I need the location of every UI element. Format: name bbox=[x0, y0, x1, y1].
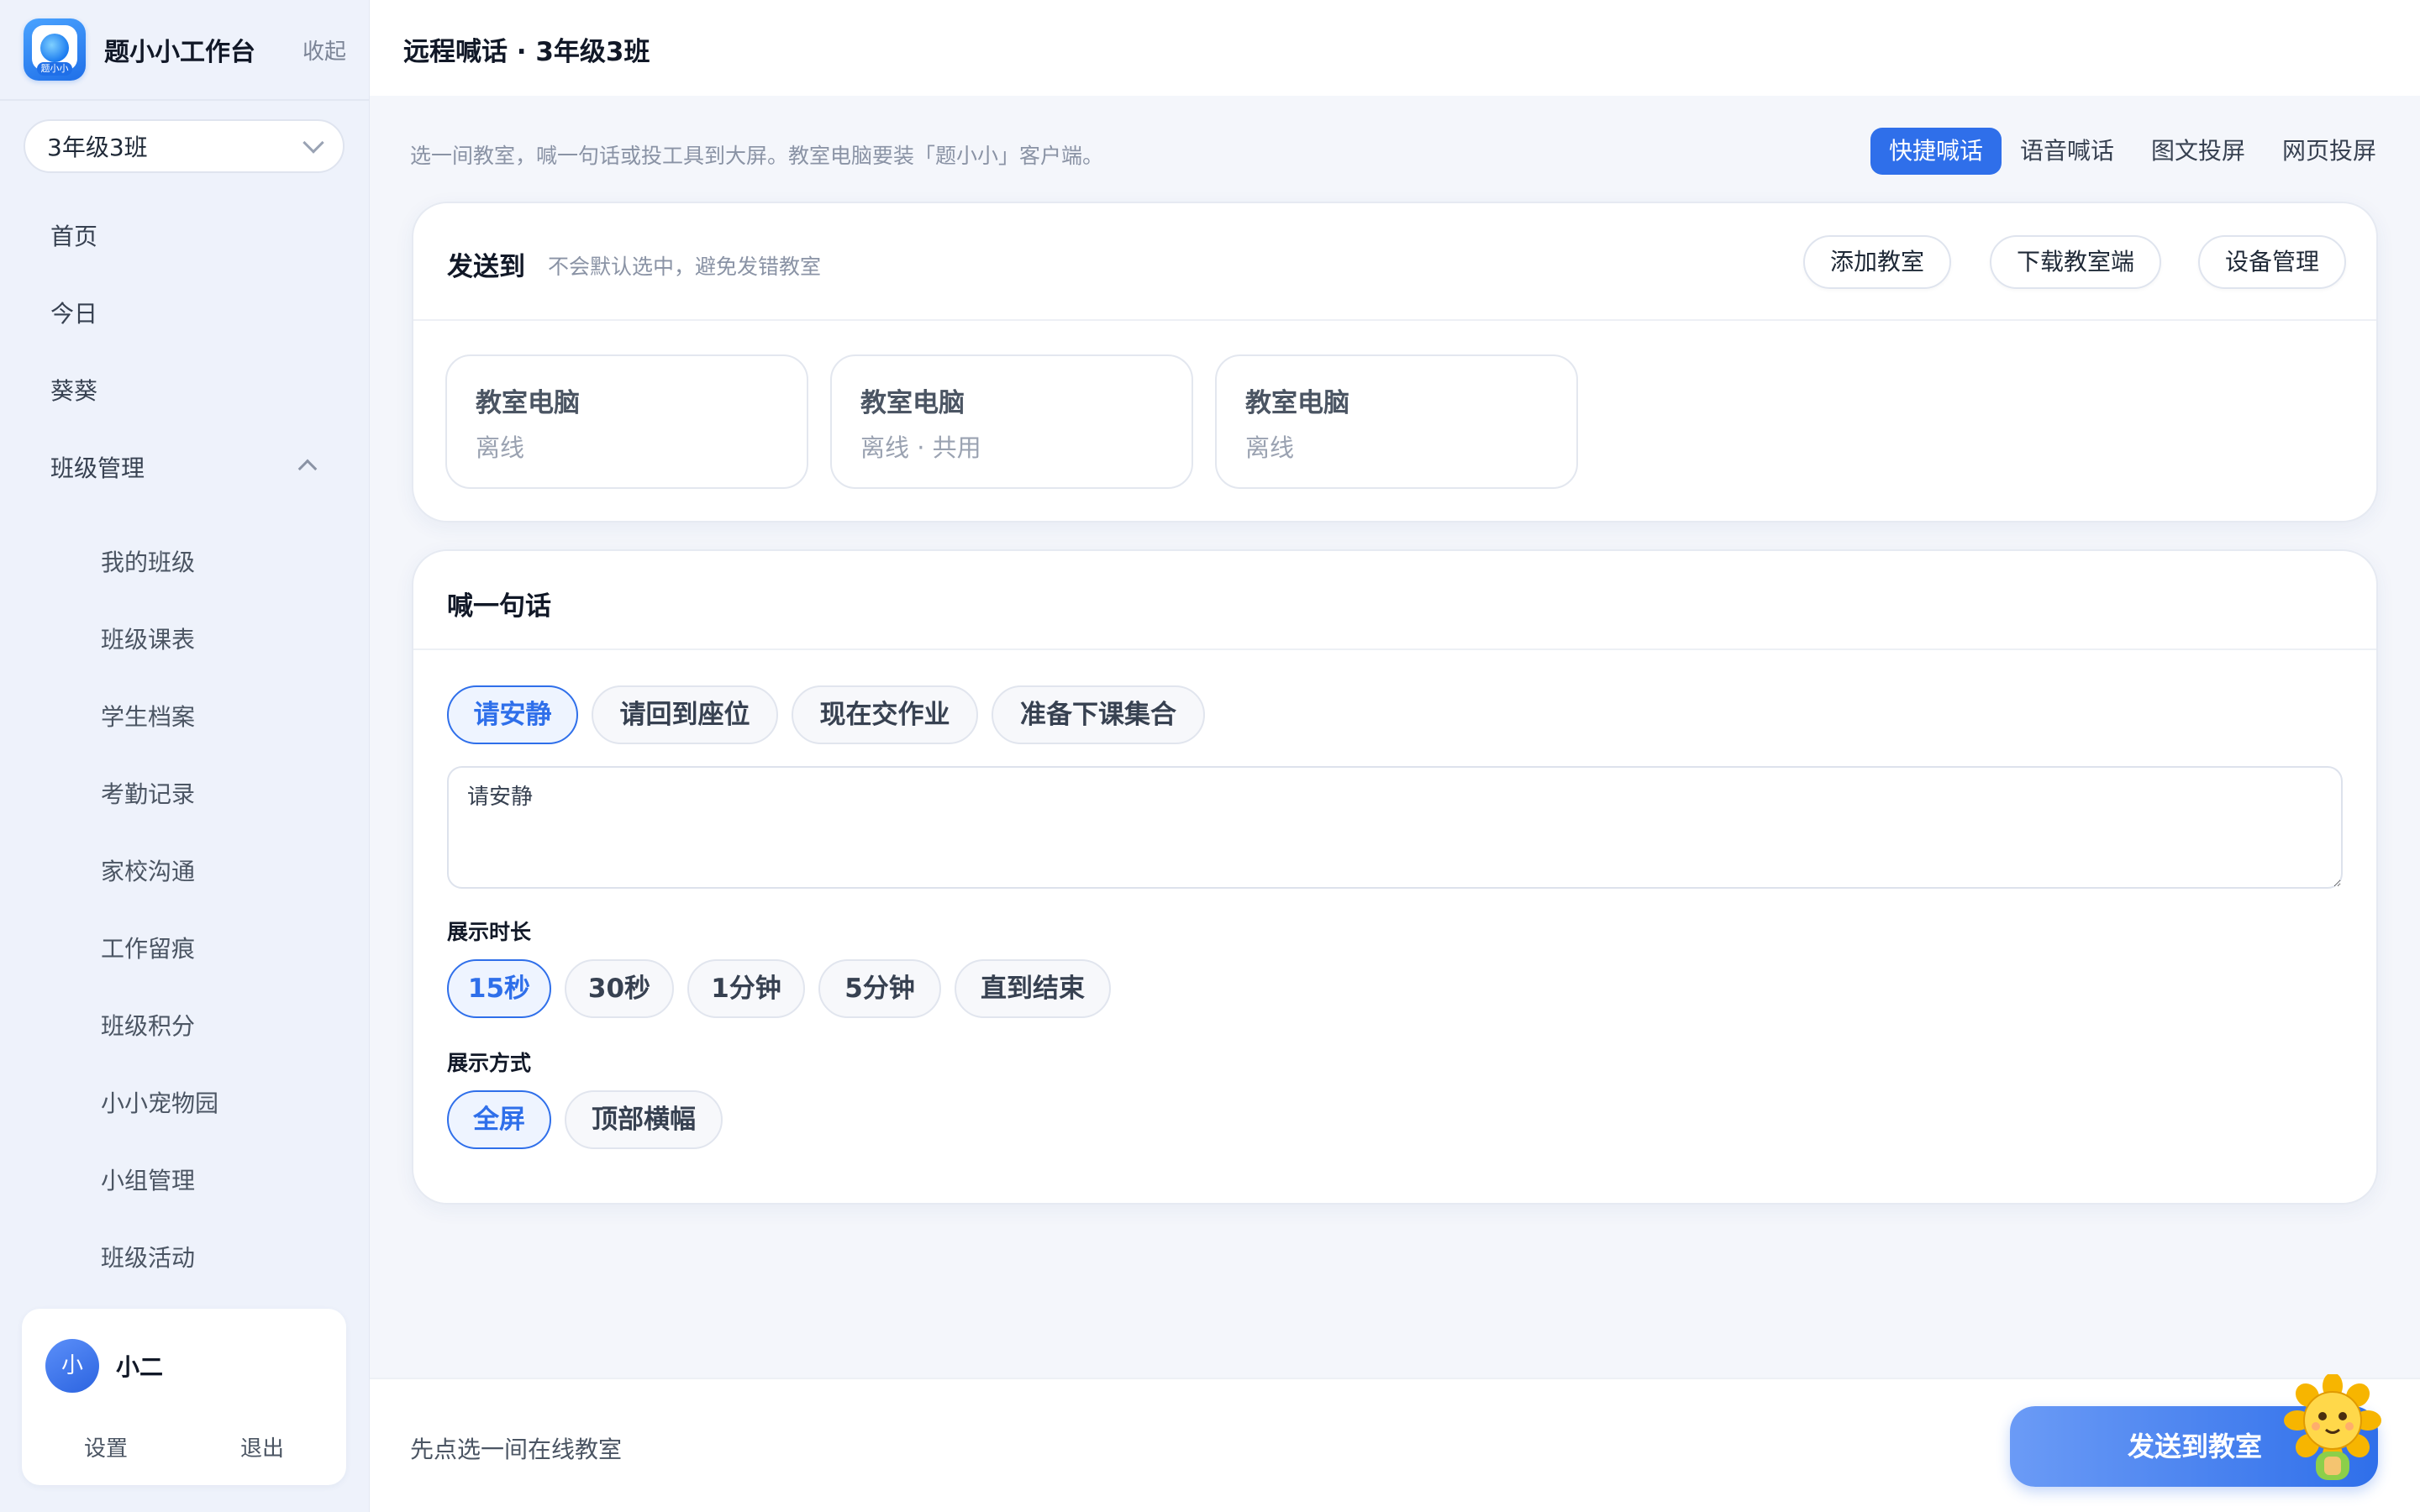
classroom-status: 离线 · 共用 bbox=[860, 433, 981, 462]
duration-chip-until-end[interactable]: 直到结束 bbox=[955, 959, 1111, 1018]
chevron-down-icon bbox=[302, 132, 324, 154]
brand-title: 题小小工作台 bbox=[104, 38, 255, 67]
duration-chip-15s[interactable]: 15秒 bbox=[447, 959, 551, 1018]
classroom-card[interactable]: 教室电脑 离线 bbox=[445, 354, 808, 489]
sidebar-divider bbox=[0, 99, 370, 101]
tab-quick-shout[interactable]: 快捷喊话 bbox=[1870, 128, 2002, 175]
sidebar-item-home[interactable]: 首页 bbox=[50, 220, 97, 254]
sidebar-item-today[interactable]: 今日 bbox=[50, 297, 97, 331]
mode-tabs: 快捷喊话 语音喊话 图文投屏 网页投屏 bbox=[1870, 126, 2395, 176]
brand: 题小小 题小小工作台 收起 bbox=[24, 18, 346, 81]
add-classroom-button[interactable]: 添加教室 bbox=[1803, 235, 1951, 289]
sidebar-subitem-class-activities[interactable]: 班级活动 bbox=[101, 1242, 195, 1275]
tab-web-cast[interactable]: 网页投屏 bbox=[2264, 128, 2395, 175]
sunflower-mascot-icon[interactable] bbox=[2282, 1374, 2383, 1483]
display-chip-fullscreen[interactable]: 全屏 bbox=[447, 1090, 551, 1149]
send-to-title: 发送到 bbox=[447, 252, 525, 282]
classroom-name: 教室电脑 bbox=[476, 388, 580, 418]
send-to-card: 发送到 不会默认选中，避免发错教室 添加教室 下载教室端 设备管理 教室电脑 离… bbox=[412, 202, 2378, 522]
avatar[interactable]: 小 bbox=[45, 1339, 99, 1393]
page-intro: 选一间教室，喊一句话或投工具到大屏。教室电脑要装「题小小」客户端。 bbox=[410, 144, 1104, 168]
duration-label: 展示时长 bbox=[447, 920, 532, 944]
user-name: 小二 bbox=[116, 1353, 164, 1381]
page-header: 远程喊话 · 3年级3班 bbox=[370, 0, 2420, 96]
shout-title: 喊一句话 bbox=[447, 591, 551, 622]
class-select-value: 3年级3班 bbox=[47, 134, 148, 161]
classroom-name: 教室电脑 bbox=[860, 388, 965, 418]
sidebar-subitem-group-management[interactable]: 小组管理 bbox=[101, 1164, 195, 1198]
logout-link[interactable]: 退出 bbox=[240, 1431, 284, 1462]
classroom-name: 教室电脑 bbox=[1245, 388, 1349, 418]
sidebar-subitem-pet-garden[interactable]: 小小宠物园 bbox=[101, 1087, 218, 1121]
phrase-chip-submit-homework[interactable]: 现在交作业 bbox=[792, 685, 978, 744]
phrase-chip-return-seat[interactable]: 请回到座位 bbox=[592, 685, 778, 744]
sidebar-subitem-student-profiles[interactable]: 学生档案 bbox=[101, 701, 195, 734]
card-divider bbox=[413, 319, 2376, 321]
classroom-card[interactable]: 教室电脑 离线 bbox=[1215, 354, 1578, 489]
bottom-action-bar: 先点选一间在线教室 发送到教室 bbox=[370, 1378, 2420, 1512]
classroom-status: 离线 bbox=[1245, 433, 1295, 462]
bottom-hint: 先点选一间在线教室 bbox=[410, 1436, 623, 1463]
sidebar-subitem-my-class[interactable]: 我的班级 bbox=[101, 546, 195, 580]
tab-voice-shout[interactable]: 语音喊话 bbox=[2002, 128, 2133, 175]
page-title: 远程喊话 · 3年级3班 bbox=[403, 37, 650, 67]
settings-link[interactable]: 设置 bbox=[84, 1431, 128, 1462]
duration-chip-5m[interactable]: 5分钟 bbox=[818, 959, 941, 1018]
logo-tag: 题小小 bbox=[37, 62, 72, 76]
card-divider bbox=[413, 648, 2376, 650]
sidebar-subitem-attendance[interactable]: 考勤记录 bbox=[101, 778, 195, 811]
display-chip-top-banner[interactable]: 顶部横幅 bbox=[565, 1090, 723, 1149]
app-logo: 题小小 bbox=[24, 18, 86, 81]
classroom-card[interactable]: 教室电脑 离线 · 共用 bbox=[830, 354, 1193, 489]
sidebar: 题小小 题小小工作台 收起 3年级3班 首页 今日 葵葵 班级管理 我的班级 班… bbox=[0, 0, 370, 1512]
sidebar-subitem-home-school[interactable]: 家校沟通 bbox=[101, 855, 195, 889]
sidebar-subitem-class-schedule[interactable]: 班级课表 bbox=[101, 623, 195, 657]
chevron-up-icon[interactable] bbox=[297, 459, 318, 479]
class-select[interactable]: 3年级3班 bbox=[24, 119, 345, 173]
download-client-button[interactable]: 下载教室端 bbox=[1990, 235, 2161, 289]
device-management-button[interactable]: 设备管理 bbox=[2198, 235, 2346, 289]
phrase-chip-quiet[interactable]: 请安静 bbox=[447, 685, 578, 744]
sidebar-item-class-management[interactable]: 班级管理 bbox=[50, 452, 145, 486]
phrase-chip-gather[interactable]: 准备下课集合 bbox=[992, 685, 1205, 744]
sidebar-subitem-work-log[interactable]: 工作留痕 bbox=[101, 932, 195, 966]
display-mode-label: 展示方式 bbox=[447, 1051, 532, 1075]
duration-chip-1m[interactable]: 1分钟 bbox=[687, 959, 805, 1018]
duration-chip-30s[interactable]: 30秒 bbox=[565, 959, 674, 1018]
send-to-hint: 不会默认选中，避免发错教室 bbox=[548, 255, 822, 279]
classroom-status: 离线 bbox=[476, 433, 525, 462]
shout-card: 喊一句话 请安静 请回到座位 现在交作业 准备下课集合 请安静 展示时长 15秒… bbox=[412, 549, 2378, 1205]
tab-image-cast[interactable]: 图文投屏 bbox=[2133, 128, 2264, 175]
user-card: 小 小二 设置 退出 bbox=[22, 1309, 346, 1485]
sidebar-item-kuikui[interactable]: 葵葵 bbox=[50, 375, 97, 408]
message-textarea[interactable]: 请安静 bbox=[447, 766, 2343, 889]
sidebar-subitem-class-points[interactable]: 班级积分 bbox=[101, 1010, 195, 1043]
collapse-sidebar-button[interactable]: 收起 bbox=[302, 34, 346, 66]
